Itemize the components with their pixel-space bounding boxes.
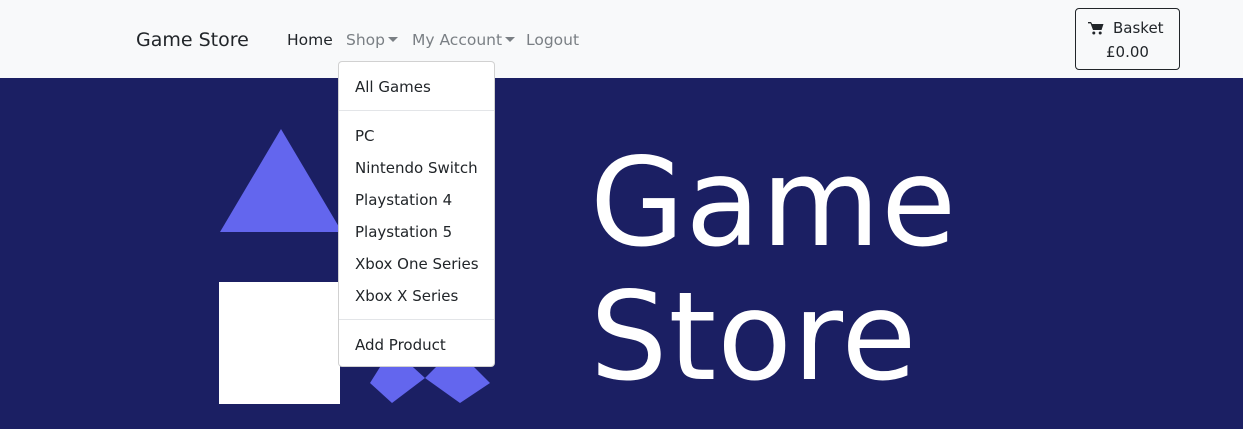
menu-divider <box>339 319 494 320</box>
menu-item-all-games[interactable]: All Games <box>355 77 431 97</box>
chevron-down-icon <box>505 37 516 42</box>
basket-label: Basket <box>1113 19 1164 37</box>
basket-button[interactable]: Basket £0.00 <box>1075 8 1180 70</box>
hero-title: Game Store <box>590 136 957 404</box>
nav-account-dropdown[interactable]: My Account <box>412 30 516 50</box>
triangle-shape <box>220 129 342 232</box>
nav-home[interactable]: Home <box>287 30 333 50</box>
menu-item-playstation-4[interactable]: Playstation 4 <box>355 190 452 210</box>
basket-row: Basket <box>1088 19 1164 37</box>
menu-item-xbox-one-series[interactable]: Xbox One Series <box>355 254 479 274</box>
menu-item-pc[interactable]: PC <box>355 126 375 146</box>
chevron-down-icon <box>388 37 398 42</box>
hero-title-line1: Game <box>590 132 958 274</box>
hero-banner: Game Store <box>0 78 1243 429</box>
hero-title-line2: Store <box>590 266 918 408</box>
menu-divider <box>339 110 494 111</box>
nav-shop-dropdown[interactable]: Shop <box>346 30 398 50</box>
basket-total: £0.00 <box>1106 43 1149 61</box>
cart-icon <box>1088 22 1104 35</box>
menu-item-nintendo-switch[interactable]: Nintendo Switch <box>355 158 478 178</box>
menu-item-playstation-5[interactable]: Playstation 5 <box>355 222 452 242</box>
nav-account-label: My Account <box>412 31 503 49</box>
navbar: Game Store Home Shop My Account Logout B… <box>0 0 1243 78</box>
menu-item-add-product[interactable]: Add Product <box>355 335 446 355</box>
menu-item-xbox-x-series[interactable]: Xbox X Series <box>355 286 458 306</box>
nav-logout[interactable]: Logout <box>526 30 579 50</box>
square-shape <box>219 282 340 404</box>
brand-logo[interactable]: Game Store <box>136 28 249 52</box>
shop-dropdown-menu: All Games PC Nintendo Switch Playstation… <box>338 61 495 367</box>
nav-shop-label: Shop <box>346 31 385 49</box>
